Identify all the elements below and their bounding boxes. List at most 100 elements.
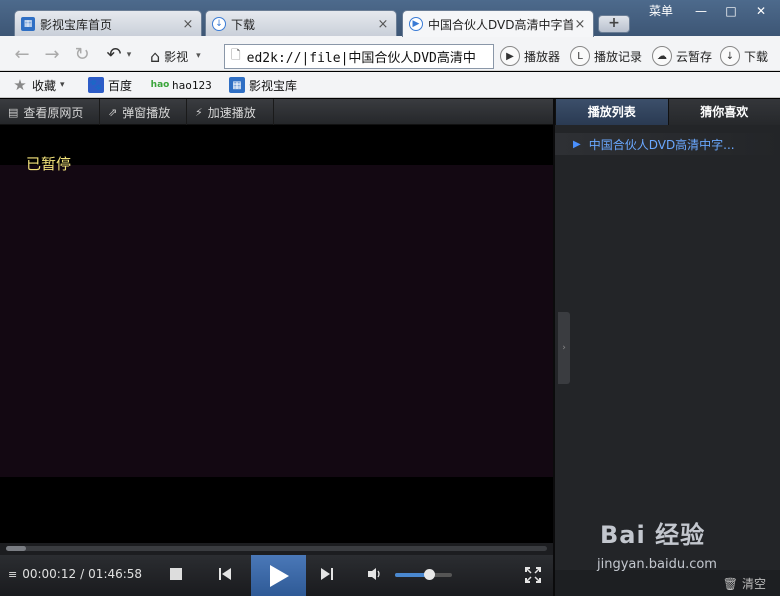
bookmark-label: 收藏 — [32, 78, 57, 93]
fullscreen-icon — [525, 567, 541, 583]
close-icon[interactable]: × — [573, 17, 587, 32]
grid-app-icon: ▦ — [21, 17, 35, 31]
back-arrow-icon[interactable]: ← — [12, 45, 32, 65]
play-icon: ▶ — [500, 46, 520, 66]
chevron-down-icon: ▾ — [60, 80, 65, 90]
clear-label: 清空 — [741, 577, 766, 591]
skip-back-icon — [219, 568, 231, 580]
page-icon: 🗋 — [231, 48, 241, 62]
skip-forward-icon — [321, 568, 333, 580]
playlist-toggle-icon[interactable]: ≡ — [8, 568, 17, 581]
maximize-button[interactable]: □ — [718, 2, 744, 20]
tab-video[interactable]: ▶ 中国合伙人DVD高清中字首 × — [402, 10, 594, 37]
chevron-right-icon: › — [562, 343, 566, 353]
download-icon: ↓ — [212, 17, 226, 31]
cloud-label: 云暂存 — [676, 49, 713, 64]
speed-play-label: 加速播放 — [207, 105, 256, 120]
close-icon[interactable]: × — [181, 17, 195, 32]
page-icon: ▤ — [8, 105, 19, 119]
tab-label: 下载 — [231, 17, 256, 32]
next-button[interactable] — [318, 563, 336, 585]
history-button[interactable]: L 播放记录 — [570, 44, 642, 68]
playlist-item[interactable]: ▶ 中国合伙人DVD高清中字... — [555, 133, 780, 155]
refresh-icon[interactable]: ↻ — [72, 45, 92, 65]
cloud-icon: ☁ — [652, 46, 672, 66]
home-button[interactable]: ⌂ 影视 ▾ — [150, 44, 201, 68]
tab-download[interactable]: ↓ 下载 × — [205, 10, 397, 37]
player-label: 播放器 — [524, 49, 561, 64]
download-icon: ↓ — [720, 46, 740, 66]
paused-status: 已暂停 — [26, 155, 72, 173]
bookmark-label: 百度 — [108, 78, 133, 93]
tab-label: 中国合伙人DVD高清中字首 — [428, 17, 573, 32]
player-button[interactable]: ▶ 播放器 — [500, 44, 560, 68]
bookmark-favorites[interactable]: ★ 收藏 ▾ — [12, 76, 65, 94]
popup-play-label: 弹窗播放 — [122, 105, 171, 120]
popout-icon: ⇗ — [108, 105, 118, 119]
undo-icon[interactable]: ↶ — [104, 45, 124, 65]
video-area[interactable]: 已暂停 — [0, 125, 553, 543]
chevron-down-icon[interactable]: ▾ — [124, 45, 134, 65]
download-label: 下载 — [744, 49, 769, 64]
url-text: ed2k://|file|中国合伙人DVD高清中 — [246, 51, 476, 66]
close-window-button[interactable]: ✕ — [748, 2, 774, 20]
collapse-panel-handle[interactable]: › — [558, 312, 570, 384]
playlist-panel: ▶ 中国合伙人DVD高清中字... — [555, 125, 780, 575]
tab-playlist[interactable]: 播放列表 — [555, 99, 668, 125]
view-original-button[interactable]: ▤ 查看原网页 — [0, 99, 100, 125]
tab-home[interactable]: ▦ 影视宝库首页 × — [14, 10, 202, 37]
time-separator: / — [80, 567, 85, 581]
speaker-icon — [368, 568, 380, 580]
star-icon: ★ — [13, 76, 27, 94]
watermark-url: jingyan.baidu.com — [597, 557, 717, 572]
menu-button[interactable]: 菜单 — [644, 2, 678, 20]
speed-play-button[interactable]: ⚡ 加速播放 — [187, 99, 274, 125]
download-button[interactable]: ↓ 下载 — [720, 44, 768, 68]
bookmark-yingshi[interactable]: ▦ 影视宝库 — [229, 76, 297, 94]
bookmark-label: 影视宝库 — [249, 78, 298, 93]
progress-track — [6, 546, 547, 551]
baidu-paw-icon: 🐾 — [88, 77, 104, 93]
close-icon[interactable]: × — [376, 17, 390, 32]
play-icon — [269, 564, 289, 587]
time-display: ≡ 00:00:12 / 01:46:58 — [8, 567, 142, 581]
bookmark-baidu[interactable]: 🐾 百度 — [88, 76, 132, 94]
current-time: 00:00:12 — [22, 567, 77, 581]
new-tab-button[interactable]: + — [598, 15, 630, 33]
popup-play-button[interactable]: ⇗ 弹窗播放 — [100, 99, 187, 125]
tab-label: 影视宝库首页 — [40, 17, 113, 32]
hao-icon: hao — [150, 80, 170, 90]
bookmark-label: hao123 — [172, 78, 212, 92]
progress-fill — [6, 546, 26, 551]
home-icon: ⌂ — [150, 46, 161, 66]
previous-button[interactable] — [216, 563, 234, 585]
progress-bar[interactable] — [0, 543, 553, 555]
video-frame — [0, 165, 553, 477]
total-time: 01:46:58 — [88, 567, 143, 581]
fullscreen-button[interactable] — [524, 566, 542, 584]
bolt-icon: ⚡ — [195, 105, 203, 119]
play-circle-icon: ▶ — [409, 17, 423, 31]
playlist-item-title: 中国合伙人DVD高清中字... — [588, 137, 735, 152]
clock-icon: L — [570, 46, 590, 66]
play-button[interactable] — [251, 555, 306, 596]
forward-arrow-icon[interactable]: → — [42, 45, 62, 65]
volume-slider[interactable] — [395, 569, 452, 580]
bookmark-hao123[interactable]: hao hao123 — [150, 76, 212, 94]
watermark-logo: Bai 经验 — [600, 521, 706, 549]
tab-recommend[interactable]: 猜你喜欢 — [667, 99, 780, 125]
play-arrow-icon: ▶ — [573, 138, 581, 150]
sidebar-tabs: 播放列表 猜你喜欢 — [555, 99, 780, 125]
home-label: 影视 — [164, 49, 189, 64]
chevron-down-icon: ▾ — [196, 51, 201, 61]
address-bar[interactable]: 🗋 ed2k://|file|中国合伙人DVD高清中 — [224, 44, 494, 69]
player-toolbar: ▤ 查看原网页 ⇗ 弹窗播放 ⚡ 加速播放 — [0, 99, 553, 125]
clear-button[interactable]: 🗑 清空 — [723, 575, 766, 592]
grid-app-icon: ▦ — [229, 77, 245, 93]
view-original-label: 查看原网页 — [23, 105, 84, 120]
minimize-button[interactable]: — — [688, 2, 714, 20]
volume-button[interactable] — [366, 566, 384, 582]
stop-icon[interactable] — [170, 568, 182, 580]
cloud-save-button[interactable]: ☁ 云暂存 — [652, 44, 712, 68]
history-label: 播放记录 — [594, 49, 643, 64]
